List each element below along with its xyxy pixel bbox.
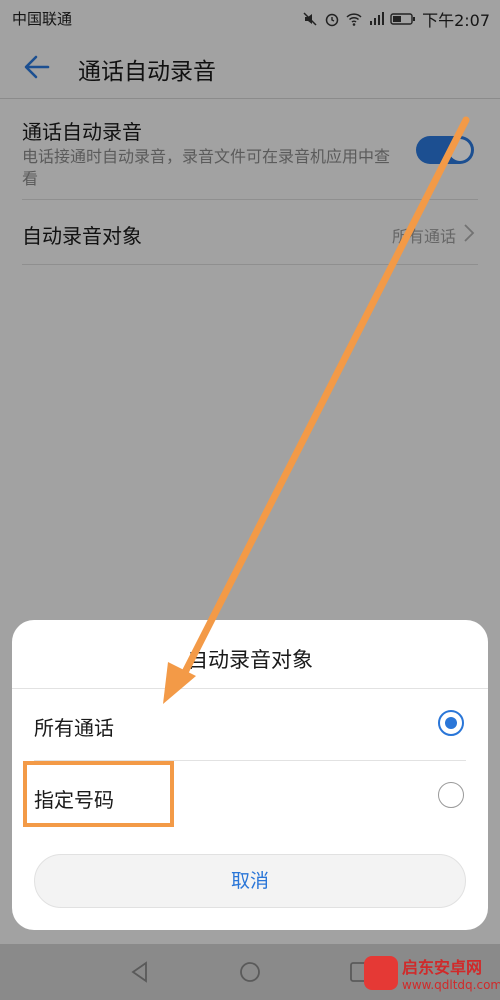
nav-back-icon[interactable] bbox=[128, 960, 152, 984]
watermark: 启东安卓网 www.qdltdq.com bbox=[362, 952, 500, 1000]
option-all-calls[interactable]: 所有通话 bbox=[12, 690, 488, 760]
annotation-highlight-box bbox=[23, 761, 174, 827]
watermark-logo-icon bbox=[364, 956, 398, 990]
nav-home-icon[interactable] bbox=[238, 960, 262, 984]
radio-unselected-icon[interactable] bbox=[438, 782, 464, 808]
dialog-title: 自动录音对象 bbox=[187, 648, 313, 672]
settings-screen: 中国联通 下午2:07 通话自动录音 通话自动录音 电话接通时自动录音，录音文件… bbox=[0, 0, 500, 1000]
radio-selected-icon[interactable] bbox=[438, 710, 464, 736]
watermark-url: www.qdltdq.com bbox=[402, 978, 500, 992]
option-label: 所有通话 bbox=[34, 716, 114, 740]
watermark-name: 启东安卓网 bbox=[402, 958, 483, 977]
cancel-button[interactable]: 取消 bbox=[34, 854, 466, 908]
dialog-divider bbox=[12, 688, 488, 689]
